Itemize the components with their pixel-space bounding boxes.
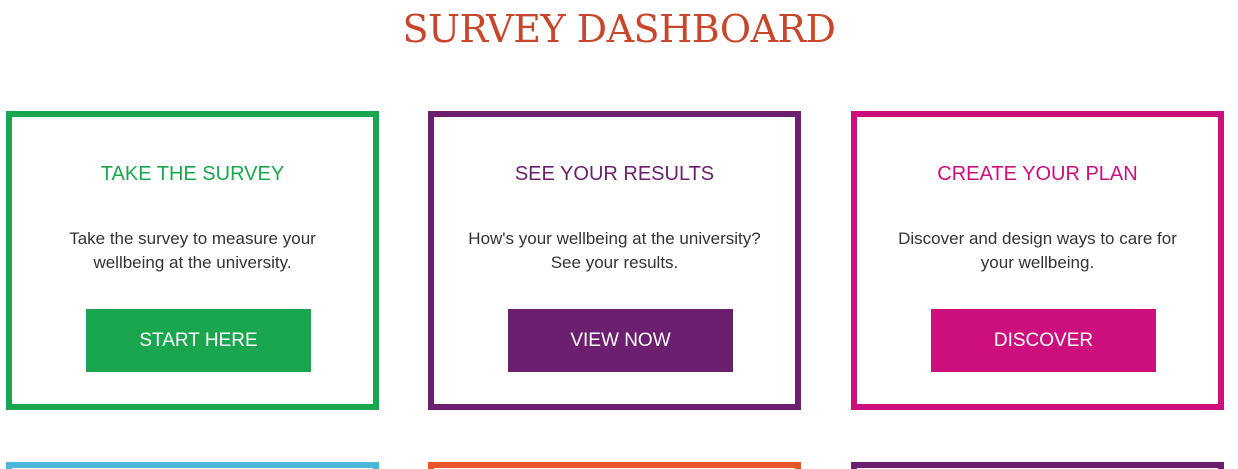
view-now-button[interactable]: VIEW NOW	[508, 309, 733, 372]
discover-button[interactable]: DISCOVER	[931, 309, 1156, 372]
bottom-card-2	[428, 462, 801, 469]
create-plan-heading: CREATE YOUR PLAN	[937, 163, 1138, 185]
page-title: SURVEY DASHBOARD	[402, 7, 836, 51]
take-survey-heading: TAKE THE SURVEY	[100, 163, 285, 185]
bottom-card-3	[851, 462, 1224, 469]
see-results-description: How's your wellbeing at the university? …	[468, 229, 761, 272]
create-plan-card: CREATE YOUR PLAN Discover and design way…	[851, 111, 1224, 410]
bottom-card-1	[6, 462, 379, 469]
see-results-card: SEE YOUR RESULTS How's your wellbeing at…	[428, 111, 801, 410]
survey-dashboard-page: SURVEY DASHBOARD TAKE THE SURVEY Take th…	[0, 0, 1238, 469]
take-survey-card: TAKE THE SURVEY Take the survey to measu…	[6, 111, 379, 410]
see-results-heading: SEE YOUR RESULTS	[514, 163, 715, 185]
create-plan-description: Discover and design ways to care for you…	[898, 229, 1177, 272]
start-here-button[interactable]: START HERE	[86, 309, 311, 372]
take-survey-description: Take the survey to measure your wellbein…	[69, 229, 316, 272]
